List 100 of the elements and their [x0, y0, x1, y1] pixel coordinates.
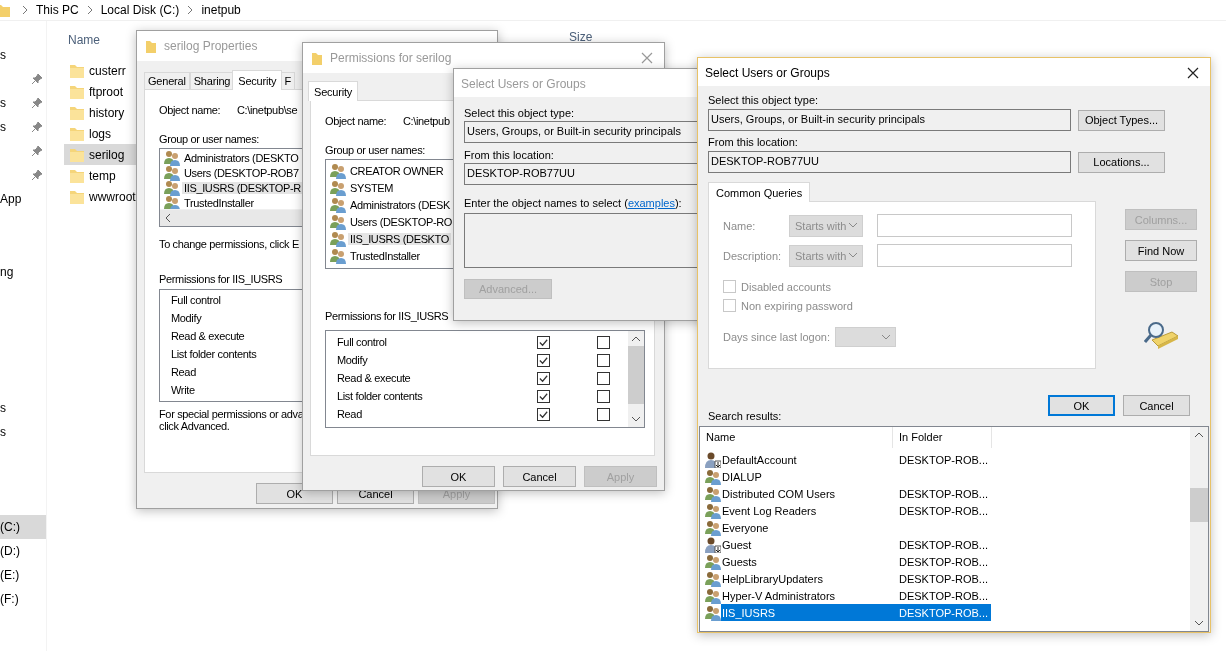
scrollbar-thumb[interactable]: [1190, 488, 1208, 522]
folder-icon: [70, 84, 84, 99]
tab[interactable]: Sharing: [189, 72, 235, 89]
result-row[interactable]: Everyone: [721, 519, 991, 536]
allow-checkbox[interactable]: [537, 407, 550, 421]
list-item[interactable]: Users (DESKTOP-ROB7: [182, 166, 301, 179]
dialog-button[interactable]: OK: [422, 466, 495, 487]
nav-item[interactable]: App: [0, 187, 46, 211]
table-cell: DESKTOP-ROB...: [899, 555, 989, 568]
group-icon: [164, 194, 180, 210]
nav-item[interactable]: s: [0, 115, 46, 139]
breadcrumb-item[interactable]: This PC: [36, 3, 79, 17]
list-item[interactable]: IIS_IUSRS (DESKTOP-R: [182, 181, 303, 194]
dialog-button[interactable]: OK: [1048, 395, 1115, 416]
tab[interactable]: Security: [232, 70, 283, 90]
nav-item[interactable]: (E:): [0, 563, 46, 587]
nav-item[interactable]: s: [0, 420, 46, 444]
nav-item[interactable]: (D:): [0, 539, 46, 563]
permission-name: Read & execute: [171, 330, 245, 344]
folder-row[interactable]: logs: [64, 123, 160, 144]
object-type-field: Users, Groups, or Built-in security principals: [708, 109, 1071, 131]
scrollbar-thumb[interactable]: [628, 346, 644, 404]
result-row[interactable]: Distributed COM Users DESKTOP-ROB...: [721, 485, 991, 502]
group-icon: [330, 230, 346, 247]
list-item[interactable]: CREATOR OWNER: [348, 164, 446, 177]
caret-icon: [882, 334, 890, 340]
nav-label: ng: [0, 265, 14, 279]
deny-checkbox[interactable]: [597, 353, 610, 367]
permission-name: Read & execute: [337, 372, 411, 384]
column-header[interactable]: Name: [700, 427, 893, 448]
result-row[interactable]: Guest DESKTOP-ROB...: [721, 536, 991, 553]
locations-button[interactable]: Locations...: [1078, 151, 1165, 173]
deny-checkbox[interactable]: [597, 407, 610, 421]
search-icon: [1144, 320, 1178, 350]
deny-checkbox[interactable]: [597, 389, 610, 403]
allow-checkbox[interactable]: [537, 353, 550, 367]
folder-name: ftproot: [89, 84, 124, 99]
scrollbar[interactable]: [628, 331, 644, 427]
list-item[interactable]: SYSTEM: [348, 181, 396, 194]
list-item[interactable]: Administrators (DESK: [348, 198, 452, 211]
column-header[interactable]: In Folder: [893, 427, 992, 448]
permission-name: Modify: [337, 354, 368, 366]
result-row[interactable]: DefaultAccount DESKTOP-ROB...: [721, 451, 991, 468]
list-item[interactable]: TrustedInstaller: [348, 249, 422, 262]
folder-icon: [70, 63, 84, 78]
nav-item[interactable]: s: [0, 396, 46, 420]
checkbox-label: Disabled accounts: [741, 280, 831, 293]
field-label: Days since last logon:: [723, 331, 831, 343]
dialog-button[interactable]: Cancel: [1123, 395, 1190, 416]
table-cell-text: DIALUP: [721, 470, 763, 483]
nav-item[interactable]: s: [0, 91, 46, 115]
result-row[interactable]: IIS_IUSRS DESKTOP-ROB...: [721, 604, 991, 621]
user-icon: [705, 536, 721, 553]
result-row[interactable]: HelpLibraryUpdaters DESKTOP-ROB...: [721, 570, 991, 587]
folder-name: custerr: [89, 63, 126, 78]
list-item[interactable]: Administrators (DESKTO: [182, 151, 301, 164]
nav-label: (E:): [0, 568, 20, 582]
nav-item[interactable]: (C:): [0, 515, 46, 539]
breadcrumb-item[interactable]: inetpub: [201, 3, 241, 17]
breadcrumb-item[interactable]: Local Disk (C:): [100, 3, 180, 17]
table-cell-text: IIS_IUSRS: [721, 606, 777, 619]
table-cell: DESKTOP-ROB...: [899, 589, 989, 602]
list-item[interactable]: TrustedInstaller: [182, 196, 256, 209]
group-icon: [705, 468, 721, 485]
dialog-button[interactable]: Cancel: [503, 466, 576, 487]
result-row[interactable]: DIALUP: [721, 468, 991, 485]
allow-checkbox[interactable]: [537, 335, 550, 349]
column-header[interactable]: Size: [569, 30, 593, 44]
tab[interactable]: General: [144, 72, 190, 89]
folder-row[interactable]: temp: [64, 165, 160, 186]
result-row[interactable]: Hyper-V Administrators DESKTOP-ROB...: [721, 587, 991, 604]
nav-label: App: [0, 192, 22, 206]
close-icon[interactable]: [1187, 67, 1199, 79]
allow-checkbox[interactable]: [537, 389, 550, 403]
table-cell-text: Event Log Readers: [721, 504, 818, 517]
result-row[interactable]: Event Log Readers DESKTOP-ROB...: [721, 502, 991, 519]
deny-checkbox[interactable]: [597, 371, 610, 385]
folder-row[interactable]: wwwroot: [64, 186, 160, 207]
object-types-button[interactable]: Object Types...: [1078, 109, 1165, 131]
group-icon: [164, 164, 180, 181]
result-row[interactable]: Guests DESKTOP-ROB...: [721, 553, 991, 570]
nav-item[interactable]: (F:): [0, 587, 46, 611]
query-button[interactable]: Find Now: [1125, 240, 1197, 261]
list-item[interactable]: IIS_IUSRS (DESKTO: [348, 232, 451, 245]
caret-icon: [632, 416, 640, 422]
field-label: Object name:: [159, 104, 222, 116]
group-icon: [330, 162, 346, 179]
field-label: Name:: [723, 219, 757, 232]
column-header[interactable]: Name: [68, 33, 100, 47]
list-item[interactable]: Users (DESKTOP-RO: [348, 215, 455, 228]
allow-checkbox[interactable]: [537, 371, 550, 385]
nav-item[interactable]: s: [0, 43, 46, 67]
folder-row[interactable]: history: [64, 102, 160, 123]
group-icon: [705, 604, 721, 621]
folder-name: temp: [89, 168, 116, 183]
nav-item[interactable]: ng: [0, 260, 46, 284]
caret-icon: [1195, 432, 1203, 438]
deny-checkbox[interactable]: [597, 335, 610, 349]
scrollbar[interactable]: [1190, 427, 1208, 631]
tab[interactable]: Security: [308, 81, 359, 101]
